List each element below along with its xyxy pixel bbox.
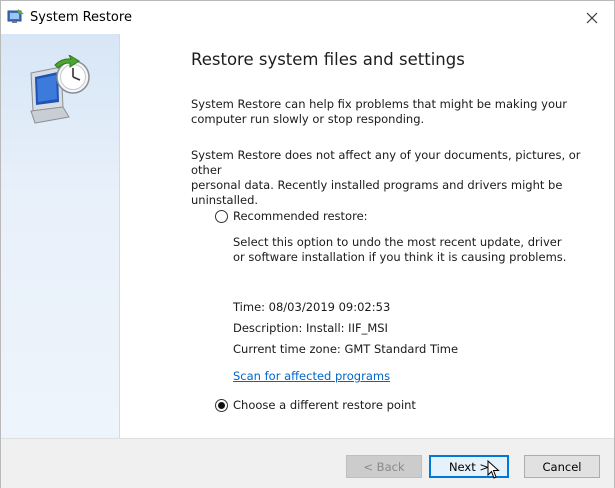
next-button[interactable]: Next >	[429, 455, 509, 478]
different-radio-circle[interactable]	[215, 398, 228, 412]
window-title: System Restore	[30, 10, 132, 25]
recommended-radio-circle[interactable]	[215, 209, 228, 223]
back-button[interactable]: < Back	[346, 455, 422, 478]
recommended-restore-radio[interactable]: Recommended restore:	[215, 209, 368, 223]
close-button[interactable]	[572, 1, 612, 34]
close-icon	[586, 12, 598, 23]
recommended-restore-label: Recommended restore:	[233, 209, 368, 223]
different-restore-point-radio[interactable]: Choose a different restore point	[215, 398, 416, 412]
system-restore-window: System Restore Restore system files and …	[0, 0, 615, 488]
wizard-content: Restore system files and settings System…	[120, 34, 614, 438]
system-restore-app-icon	[7, 8, 25, 26]
restore-time: Time: 08/03/2019 09:02:53	[233, 300, 391, 314]
page-heading: Restore system files and settings	[191, 50, 465, 69]
different-restore-point-label: Choose a different restore point	[233, 398, 416, 412]
restore-description: Description: Install: IIF_MSI	[233, 321, 388, 335]
wizard-sidebar	[1, 34, 120, 438]
scan-affected-programs-link[interactable]: Scan for affected programs	[233, 369, 390, 383]
wizard-footer: < Back Next > Cancel	[1, 438, 614, 488]
restore-timezone: Current time zone: GMT Standard Time	[233, 342, 459, 356]
notice-paragraph: System Restore does not affect any of yo…	[191, 148, 581, 207]
cancel-button[interactable]: Cancel	[524, 455, 600, 478]
recommended-description: Select this option to undo the most rece…	[233, 235, 567, 264]
monitor-clock-icon	[23, 53, 97, 129]
intro-paragraph: System Restore can help fix problems tha…	[191, 97, 567, 126]
title-bar: System Restore	[1, 1, 614, 34]
